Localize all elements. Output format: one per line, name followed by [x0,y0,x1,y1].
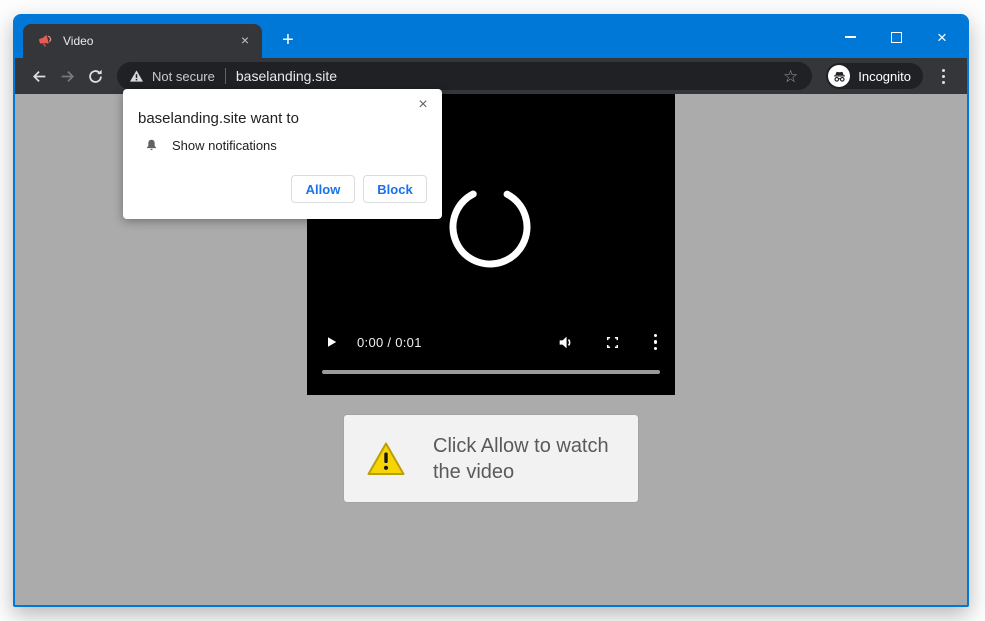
notification-permission-dialog: baselanding.site want to × Show notifica… [123,89,442,219]
permission-row: Show notifications [144,138,277,153]
browser-tab[interactable]: Video × [23,24,262,58]
back-arrow-icon [31,68,48,85]
volume-icon [557,334,574,351]
block-button[interactable]: Block [363,175,427,203]
reload-button[interactable] [81,62,109,90]
incognito-icon [828,65,850,87]
tab-title: Video [63,34,236,48]
window-close-icon: × [937,29,947,46]
permission-label: Show notifications [172,138,277,153]
window-minimize-button[interactable] [827,16,873,58]
window-close-button[interactable]: × [919,16,965,58]
video-time: 0:00 / 0:01 [357,335,422,350]
browser-window: Video × + × [13,14,969,607]
warning-triangle-icon [366,441,406,477]
play-icon [325,335,339,349]
forward-arrow-icon [59,68,76,85]
allow-button[interactable]: Allow [291,175,355,203]
minimize-icon [845,36,856,38]
video-menu-button[interactable] [654,334,657,350]
new-tab-button[interactable]: + [276,29,300,53]
forward-button[interactable] [53,62,81,90]
play-button[interactable] [325,335,339,349]
video-controls: 0:00 / 0:01 [307,330,675,354]
incognito-label: Incognito [858,69,911,84]
window-maximize-button[interactable] [873,16,919,58]
reload-icon [87,68,104,85]
titlebar: Video × + × [15,16,967,58]
dialog-title: baselanding.site want to [138,110,299,127]
incognito-badge: Incognito [826,63,923,89]
maximize-icon [891,32,902,43]
kebab-menu-icon [942,69,945,84]
tab-close-icon[interactable]: × [236,32,254,50]
not-secure-warning-icon [129,69,144,83]
address-bar[interactable]: Not secure baselanding.site ☆ [117,62,812,90]
security-label: Not secure [152,69,215,84]
bookmark-star-icon[interactable]: ☆ [781,68,800,85]
address-divider [225,68,226,84]
fullscreen-button[interactable] [605,335,620,350]
video-kebab-menu-icon [654,334,657,350]
fullscreen-icon [605,335,620,350]
url-text: baselanding.site [236,68,781,84]
dialog-close-icon[interactable]: × [414,96,432,114]
bell-icon [144,138,159,153]
prompt-message: Click Allow to watch the video [433,433,629,485]
video-progress-bar[interactable] [322,370,660,374]
volume-button[interactable] [557,334,574,351]
window-caption-buttons: × [827,16,965,58]
loading-spinner-icon [446,183,534,271]
megaphone-favicon-icon [37,33,53,49]
browser-menu-button[interactable] [929,62,957,90]
click-allow-prompt: Click Allow to watch the video [344,415,638,502]
back-button[interactable] [25,62,53,90]
